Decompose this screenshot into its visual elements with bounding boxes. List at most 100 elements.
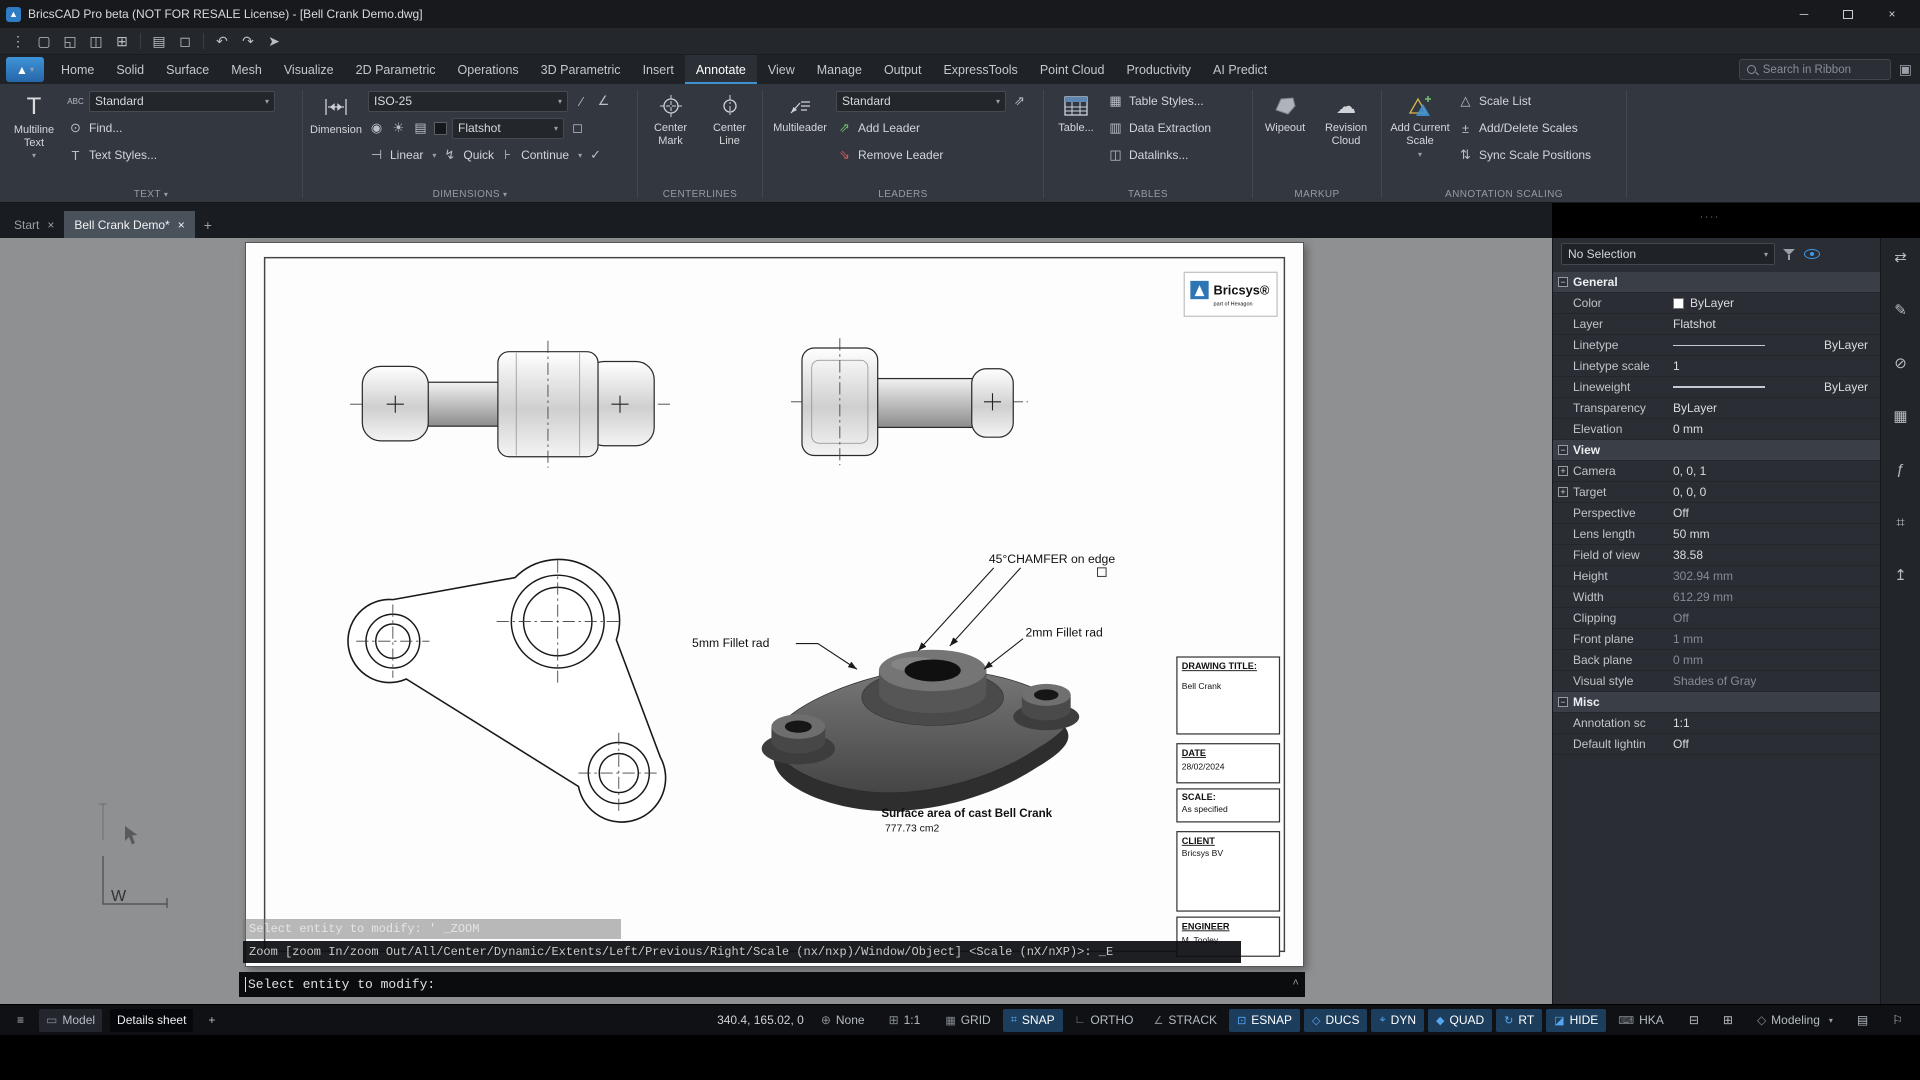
- tiles-icon[interactable]: ⊞: [1716, 1009, 1740, 1032]
- center-mark-button[interactable]: Center Mark: [643, 89, 698, 186]
- close-tab-icon[interactable]: ×: [47, 218, 54, 232]
- property-row-lens-length[interactable]: Lens length 50 mm: [1553, 524, 1880, 545]
- property-row-back-plane[interactable]: Back plane 0 mm: [1553, 650, 1880, 671]
- status-toggle[interactable]: ↻ RT: [1496, 1008, 1543, 1032]
- filter-icon[interactable]: [1783, 248, 1796, 261]
- status-toggle[interactable]: ⌖ DYN: [1371, 1008, 1425, 1032]
- property-row-default-lighting[interactable]: Default lightin Off: [1553, 734, 1880, 755]
- expand-command-panel-icon[interactable]: ^: [1292, 979, 1299, 991]
- toolbar-grip-dots[interactable]: ∙∙∙∙: [1700, 211, 1720, 223]
- add-current-scale-button[interactable]: Add Current Scale ▾: [1387, 89, 1453, 186]
- ribbon-search-box[interactable]: [1738, 59, 1891, 80]
- annotation-monitor-icon[interactable]: ◉: [368, 120, 385, 137]
- status-toggle[interactable]: ⌗ SNAP: [1002, 1008, 1063, 1032]
- ribbon-tab[interactable]: Point Cloud: [1029, 55, 1116, 84]
- expand-icon[interactable]: +: [1558, 487, 1568, 497]
- datalinks-button[interactable]: ◫ Datalinks...: [1107, 143, 1211, 167]
- property-row-clipping[interactable]: Clipping Off: [1553, 608, 1880, 629]
- print-button[interactable]: ▤: [147, 30, 171, 52]
- ribbon-tab[interactable]: Productivity: [1115, 55, 1202, 84]
- new-document-tab-button[interactable]: +: [195, 211, 221, 238]
- status-toggle[interactable]: ∠ STRACK: [1146, 1009, 1226, 1032]
- ribbon-tab[interactable]: ExpressTools: [932, 55, 1028, 84]
- reassociate-icon[interactable]: ☀: [390, 120, 407, 137]
- data-extraction-button[interactable]: ▥ Data Extraction: [1107, 116, 1211, 140]
- property-row-annotation-scale[interactable]: Annotation sc 1:1: [1553, 713, 1880, 734]
- text-style-combobox[interactable]: Standard ▾: [89, 90, 275, 112]
- align-leaders-icon[interactable]: ⇗: [1011, 93, 1028, 110]
- document-tab-start[interactable]: Start ×: [4, 211, 64, 238]
- save-all-button[interactable]: ⊞: [110, 30, 134, 52]
- view-line-drawing[interactable]: [347, 558, 667, 823]
- property-row-front-plane[interactable]: Front plane 1 mm: [1553, 629, 1880, 650]
- panels-icon[interactable]: ⊟: [1682, 1009, 1706, 1032]
- linear-dimension-button[interactable]: Linear: [390, 148, 423, 162]
- dim-print-icon[interactable]: ▤: [412, 120, 429, 137]
- ribbon-tab[interactable]: 3D Parametric: [530, 55, 632, 84]
- ribbon-tab[interactable]: Output: [873, 55, 933, 84]
- ribbon-tab[interactable]: AI Predict: [1202, 55, 1278, 84]
- selection-button[interactable]: ➤: [262, 30, 286, 52]
- property-row-field-of-view[interactable]: Field of view 38.58: [1553, 545, 1880, 566]
- fields-panel-icon[interactable]: ƒ: [1889, 458, 1913, 480]
- oblique-dimension-icon[interactable]: ∕: [573, 93, 590, 110]
- ribbon-tab[interactable]: Surface: [155, 55, 220, 84]
- property-row-elevation[interactable]: Elevation 0 mm: [1553, 419, 1880, 440]
- title-block[interactable]: DRAWING TITLE: Bell Crank DATE 28/02/202…: [1176, 656, 1281, 957]
- status-toggle[interactable]: ⊡ ESNAP: [1229, 1008, 1300, 1032]
- ribbon-tab[interactable]: Operations: [447, 55, 530, 84]
- model-tab[interactable]: ▭ Model: [39, 1008, 103, 1032]
- materials-panel-icon[interactable]: ▦: [1889, 405, 1913, 427]
- collapse-icon[interactable]: −: [1558, 445, 1568, 455]
- properties-panel-icon[interactable]: ⇄: [1889, 246, 1913, 268]
- property-row-target[interactable]: + Target 0, 0, 0: [1553, 482, 1880, 503]
- property-row-lineweight[interactable]: Lineweight ByLayer: [1553, 377, 1880, 398]
- print-status-icon[interactable]: ▤: [1850, 1009, 1875, 1032]
- ribbon-options-icon[interactable]: ▣: [1899, 61, 1912, 78]
- dimension-button[interactable]: Dimension: [308, 89, 364, 186]
- text-styles-button[interactable]: T Text Styles...: [67, 143, 275, 167]
- chevron-down-icon[interactable]: ▾: [432, 151, 436, 160]
- status-toggle[interactable]: ◇ DUCS: [1303, 1008, 1368, 1032]
- section-view[interactable]: − View: [1553, 440, 1880, 461]
- multileader-button[interactable]: Multileader: [768, 89, 832, 186]
- property-row-linetype[interactable]: Linetype ByLayer: [1553, 335, 1880, 356]
- chevron-down-icon[interactable]: ▾: [578, 151, 582, 160]
- table-button[interactable]: Table...: [1049, 89, 1103, 186]
- close-tab-icon[interactable]: ×: [178, 218, 185, 232]
- section-misc[interactable]: − Misc: [1553, 692, 1880, 713]
- status-toggle[interactable]: ⌨ HKA: [1610, 1009, 1672, 1032]
- view-top-right[interactable]: [790, 338, 1028, 466]
- center-line-button[interactable]: Center Line: [702, 89, 757, 186]
- angular-dimension-icon[interactable]: ∠: [595, 93, 612, 110]
- redo-button[interactable]: ↷: [236, 30, 260, 52]
- wipeout-button[interactable]: Wipeout: [1258, 89, 1312, 186]
- undo-button[interactable]: ↶: [210, 30, 234, 52]
- search-input[interactable]: [1762, 63, 1884, 76]
- view-base-icon[interactable]: ◻: [569, 120, 586, 137]
- add-leader-button[interactable]: ⇗ Add Leader: [836, 116, 1028, 140]
- annotate-tool-icon[interactable]: ✎: [1889, 299, 1913, 321]
- minimize-button[interactable]: ─: [1782, 0, 1826, 28]
- new-file-button[interactable]: ▢: [32, 30, 56, 52]
- paper-sheet[interactable]: Bricsys® part of Hexagon 45°CHAMFER on e…: [245, 242, 1304, 967]
- maximize-button[interactable]: [1826, 0, 1870, 28]
- close-button[interactable]: ×: [1870, 0, 1914, 28]
- ribbon-tab[interactable]: View: [757, 55, 806, 84]
- visibility-eye-icon[interactable]: [1804, 249, 1820, 259]
- collapse-icon[interactable]: −: [1558, 697, 1568, 707]
- document-tab-bell-crank[interactable]: Bell Crank Demo* ×: [64, 211, 195, 238]
- collapse-icon[interactable]: −: [1558, 277, 1568, 287]
- expand-icon[interactable]: +: [1558, 466, 1568, 476]
- dimension-style-combobox[interactable]: ISO-25 ▾: [368, 90, 568, 112]
- property-row-visual-style[interactable]: Visual style Shades of Gray: [1553, 671, 1880, 692]
- find-button[interactable]: ⊙ Find...: [67, 116, 275, 140]
- leader-style-combobox[interactable]: Standard ▾: [836, 90, 1006, 112]
- property-row-color[interactable]: Color ByLayer: [1553, 293, 1880, 314]
- section-general[interactable]: − General: [1553, 272, 1880, 293]
- group-caption-dimensions[interactable]: DIMENSIONS ▾: [303, 189, 637, 200]
- property-row-perspective[interactable]: Perspective Off: [1553, 503, 1880, 524]
- structure-panel-icon[interactable]: ⌗: [1889, 511, 1913, 533]
- status-menu-icon[interactable]: ≡: [10, 1009, 31, 1032]
- ribbon-tab[interactable]: Visualize: [273, 55, 345, 84]
